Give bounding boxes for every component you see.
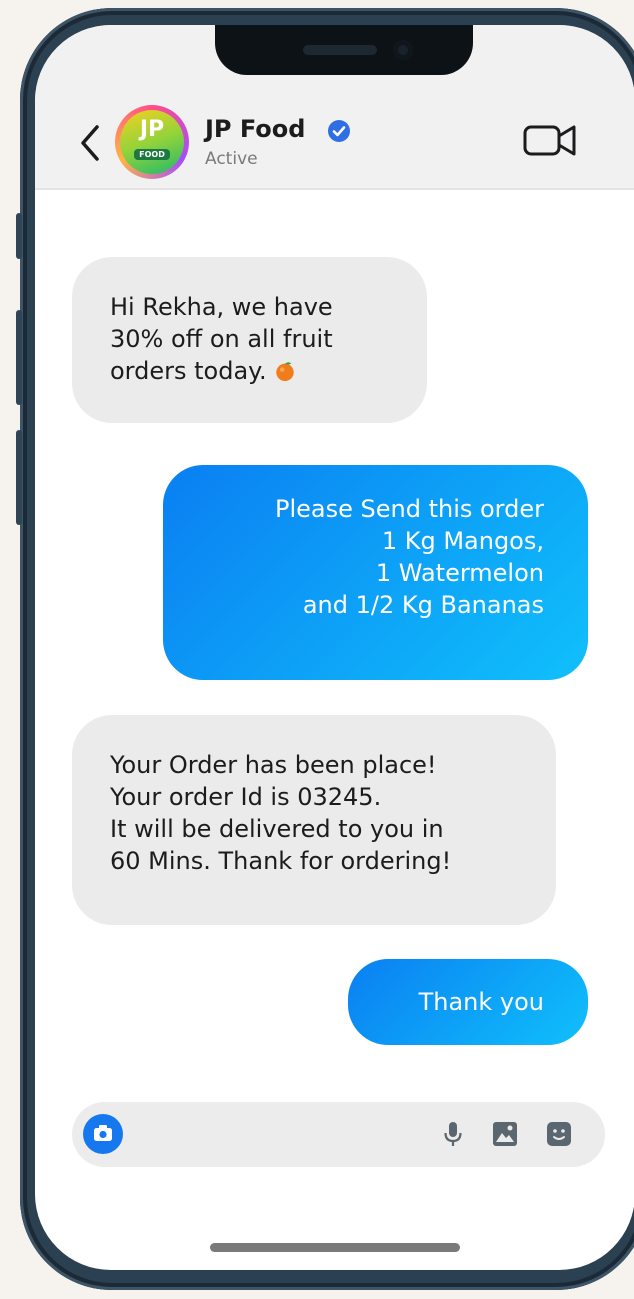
gallery-button[interactable] [490,1119,520,1149]
message-line: Please Send this order [274,495,544,523]
verified-badge-icon [328,120,350,142]
avatar-image: JP FOOD [120,110,184,174]
microphone-icon [444,1122,462,1146]
message-line: 30% off on all fruit [110,325,333,353]
message-bubble-outgoing[interactable]: Thank you [348,959,588,1045]
volume-up-button [16,310,22,405]
message-line: Your Order has been place! [110,751,437,779]
silent-switch [16,213,22,259]
message-line: 1 Kg Mangos, [381,527,544,555]
avatar-tag: FOOD [134,149,170,160]
video-camera-icon [523,125,576,156]
message-composer[interactable] [72,1102,605,1167]
camera-button[interactable] [83,1114,123,1154]
earpiece-speaker [303,45,377,55]
home-indicator[interactable] [210,1243,460,1252]
volume-down-button [16,430,22,525]
back-button[interactable] [75,123,105,163]
message-line: Hi Rekha, we have [110,293,333,321]
message-line: and 1/2 Kg Bananas [302,591,544,619]
front-camera [393,40,413,60]
avatar[interactable]: JP FOOD [115,105,189,179]
contact-name[interactable]: JP Food [205,115,305,143]
avatar-initials: JP [139,117,165,142]
orange-icon [276,362,294,382]
message-line: orders today. [110,357,267,385]
message-bubble-incoming[interactable]: Your Order has been place! Your order Id… [72,715,556,925]
video-call-button[interactable] [522,121,580,161]
contact-status: Active [205,149,258,169]
phone-screen: JP FOOD JP Food Active Hi Rekha, we have… [35,25,634,1270]
message-bubble-outgoing[interactable]: Please Send this order 1 Kg Mangos, 1 Wa… [163,465,588,680]
message-line: Thank you [418,988,544,1016]
microphone-button[interactable] [438,1119,468,1149]
message-line: 60 Mins. Thank for ordering! [110,847,452,875]
gallery-icon [493,1122,517,1146]
sticker-button[interactable] [544,1119,574,1149]
chevron-left-icon [81,125,99,161]
message-line: 1 Watermelon [375,559,544,587]
message-line: It will be delivered to you in [110,815,444,843]
sticker-icon [547,1122,571,1146]
message-line-with-emoji: orders today. [110,355,397,387]
notch [215,25,473,75]
message-line: Your order Id is 03245. [110,783,382,811]
page: JP FOOD JP Food Active Hi Rekha, we have… [0,0,634,1299]
message-bubble-incoming[interactable]: Hi Rekha, we have 30% off on all fruit o… [72,257,427,423]
camera-icon [94,1125,112,1141]
